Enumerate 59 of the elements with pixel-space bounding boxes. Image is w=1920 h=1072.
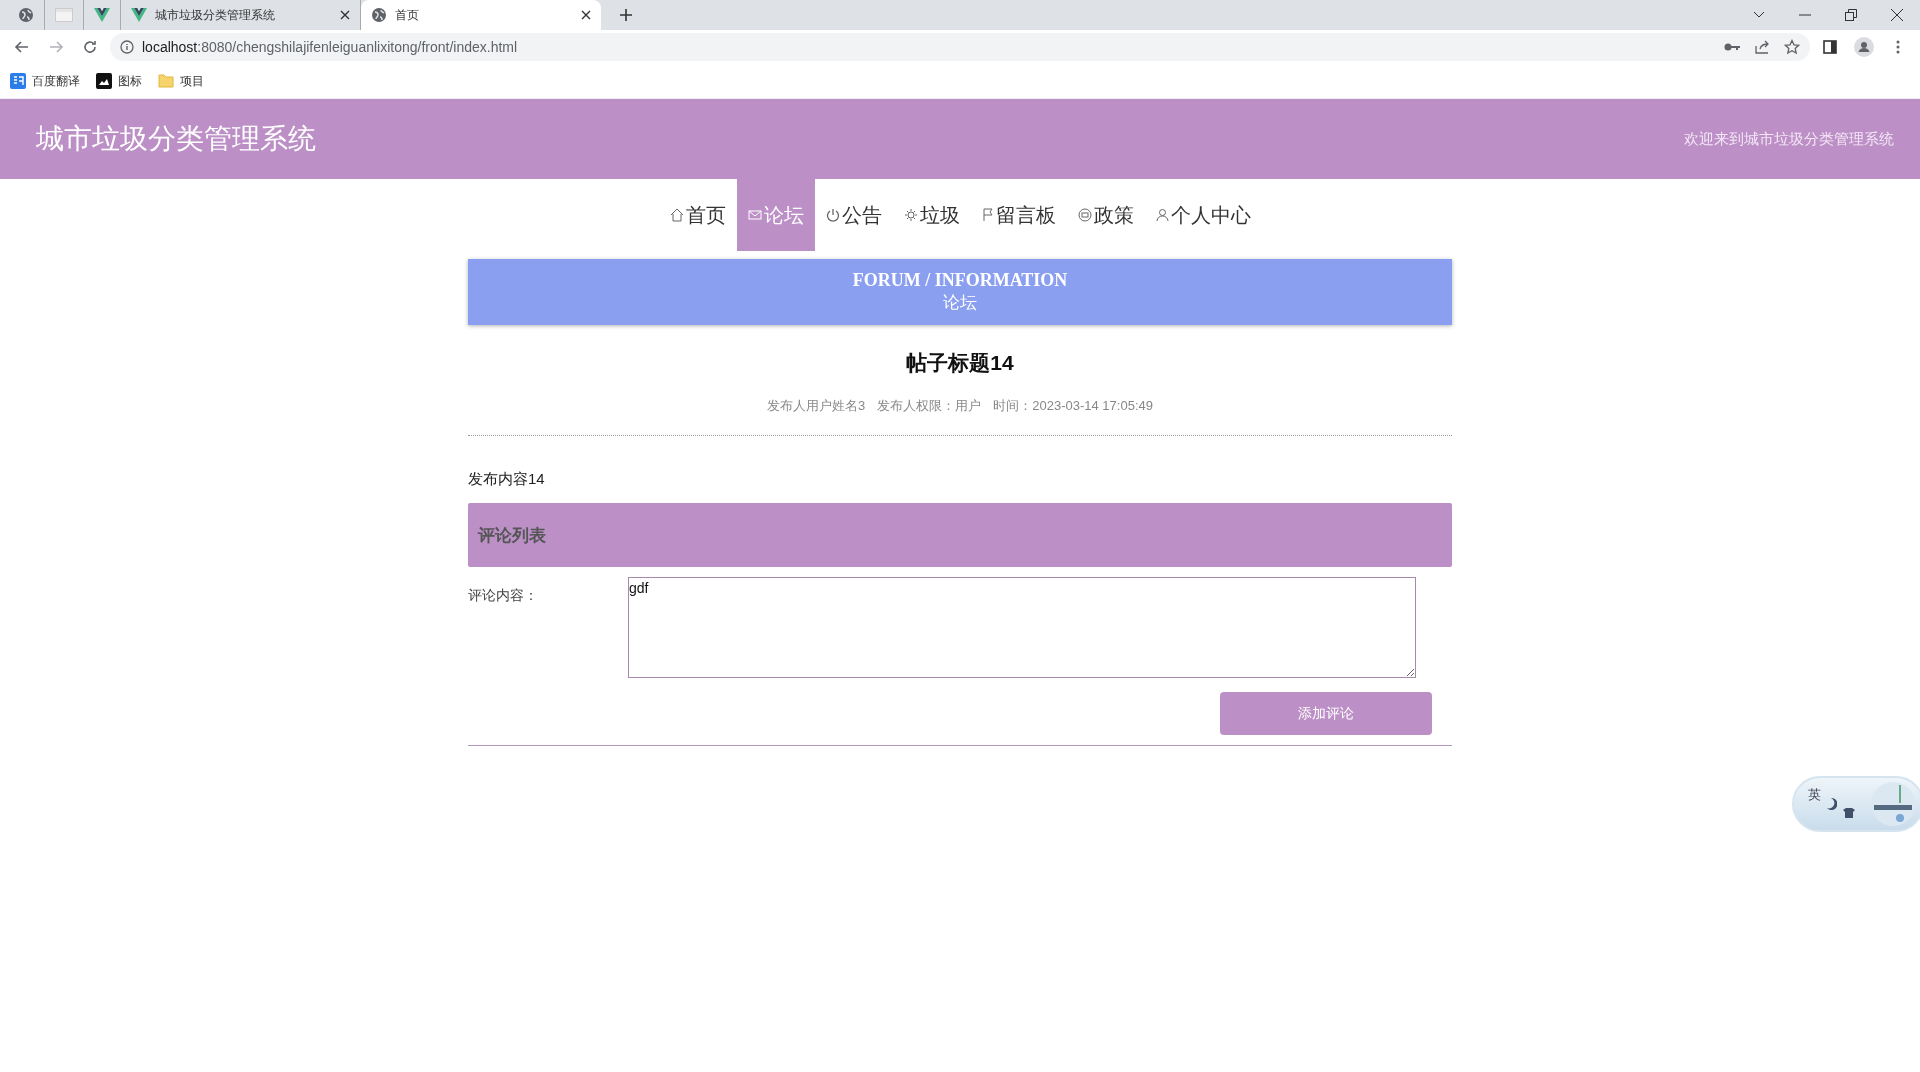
comment-field[interactable]: gdf	[628, 577, 1416, 678]
browser-tab[interactable]: 首页	[361, 0, 601, 30]
close-tab-icon[interactable]	[340, 10, 350, 20]
shirt-icon	[1843, 808, 1855, 818]
moon-icon	[1827, 798, 1837, 810]
power-icon	[825, 208, 840, 222]
flag-icon	[981, 208, 994, 222]
comment-label: 评论内容：	[468, 586, 539, 605]
post-meta: 发布人用户姓名3	[767, 397, 866, 415]
gear-icon	[903, 208, 918, 222]
mail-icon	[747, 209, 762, 221]
nav-tab[interactable]: 留言板	[970, 179, 1067, 251]
key-icon[interactable]	[1724, 42, 1740, 52]
v-logo-icon	[131, 8, 147, 22]
share-icon[interactable]	[1754, 39, 1770, 55]
close-tab-icon[interactable]	[581, 10, 591, 20]
menu-icon[interactable]	[1896, 40, 1900, 54]
image-icon	[96, 73, 112, 89]
bookmark-link[interactable]: 图标	[96, 72, 142, 90]
globe-icon	[371, 7, 387, 23]
post-meta: 发布人权限：用户	[877, 397, 982, 415]
welcome-text: 欢迎来到城市垃圾分类管理系统	[1684, 129, 1894, 149]
close-icon[interactable]	[1891, 9, 1903, 21]
globe-icon	[18, 7, 34, 23]
info-icon	[120, 40, 134, 54]
tab-search-icon[interactable]	[1753, 11, 1765, 19]
post-title: 帖子标题14	[905, 350, 1015, 376]
page-icon	[55, 8, 73, 22]
comment-list-heading: 评论列表	[468, 503, 1452, 567]
bookmark-link[interactable]: 项目	[158, 72, 204, 90]
new-tab-icon[interactable]	[619, 7, 633, 22]
folder-icon	[158, 74, 174, 88]
nav-tab[interactable]: 公告	[814, 179, 893, 251]
nav-tab[interactable]: 垃圾	[892, 179, 971, 251]
ime-widget[interactable]: 英	[1792, 776, 1920, 832]
bookmark-link[interactable]: 百度翻译	[10, 72, 80, 90]
back-icon[interactable]	[14, 39, 30, 55]
nav-tab[interactable]: 个人中心	[1144, 179, 1262, 251]
profile-icon[interactable]	[1854, 37, 1874, 57]
url-text: localhost:8080/chengshilajifenleiguanlixitong/front/index.html	[142, 39, 518, 55]
site-title: 城市垃圾分类管理系统	[36, 122, 316, 156]
banner-subtitle: 论坛	[943, 292, 977, 314]
nav-tab[interactable]: 政策	[1066, 179, 1145, 251]
user-icon	[1155, 208, 1169, 222]
ime-mode-text: 英	[1808, 786, 1821, 804]
printer-icon	[1077, 208, 1092, 222]
home-icon	[669, 208, 684, 222]
address-bar[interactable]: localhost:8080/chengshilajifenleiguanlixitong/front/index.html	[110, 33, 1810, 61]
nav-tab[interactable]: 首页	[658, 179, 737, 251]
reload-icon[interactable]	[82, 39, 98, 55]
post-content: 发布内容14	[468, 470, 546, 489]
post-meta: 时间：2023-03-14 17:05:49	[993, 397, 1153, 415]
side-panel-icon[interactable]	[1823, 40, 1837, 54]
translate-icon	[10, 73, 26, 89]
banner-title: FORUM / INFORMATION	[852, 270, 1068, 291]
star-icon[interactable]	[1784, 39, 1800, 55]
scenery-icon	[1870, 781, 1916, 827]
v-logo-icon	[94, 8, 110, 22]
restore-icon[interactable]	[1845, 9, 1857, 21]
